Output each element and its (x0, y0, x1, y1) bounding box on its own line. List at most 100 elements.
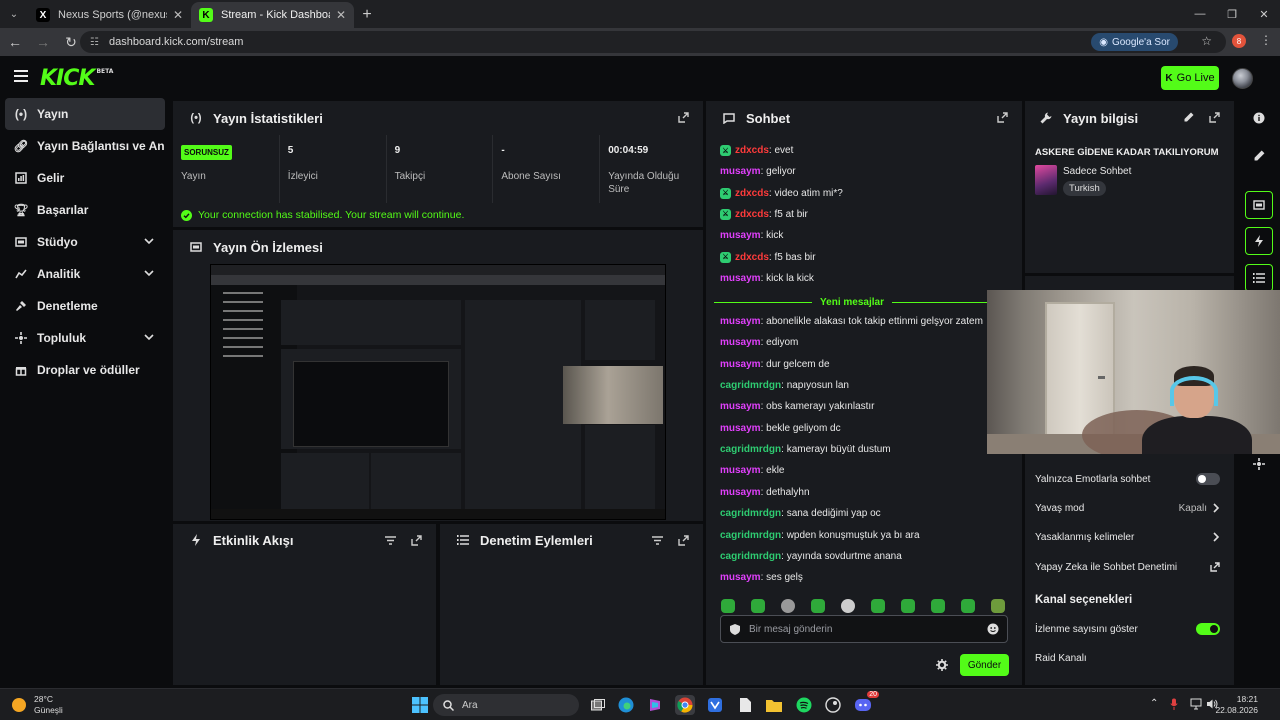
m365-icon[interactable] (645, 695, 665, 715)
community-icon[interactable] (1245, 450, 1273, 478)
chrome-icon[interactable] (675, 695, 695, 715)
list-icon[interactable] (1245, 264, 1273, 292)
emote-only-toggle[interactable] (1196, 473, 1220, 485)
profile-avatar[interactable]: 8 (1232, 34, 1246, 48)
preview-widget-icon[interactable] (1245, 191, 1273, 219)
filter-icon[interactable] (385, 536, 396, 545)
tab-search-icon[interactable]: ⌄ (0, 0, 28, 28)
send-button[interactable]: Gönder (960, 654, 1009, 676)
show-viewer-count-option[interactable]: İzlenme sayısını göster (1035, 619, 1220, 639)
close-tab-icon[interactable]: ✕ (336, 8, 346, 22)
chat-username[interactable]: musaym (720, 316, 761, 327)
edge-browser-icon[interactable] (616, 695, 636, 715)
file-icon[interactable] (735, 695, 755, 715)
popout-icon[interactable] (997, 112, 1008, 123)
emote-icon[interactable] (781, 599, 795, 613)
browser-tab-kick[interactable]: K Stream - Kick Dashboard ✕ (191, 2, 354, 28)
sidebar-item-yayin[interactable]: (•) Yayın (5, 98, 165, 130)
minimize-window-button[interactable]: — (1184, 0, 1216, 28)
category-name[interactable]: Sadece Sohbet (1063, 166, 1131, 177)
info-icon[interactable] (1245, 104, 1273, 132)
windows-start-icon[interactable] (410, 695, 430, 715)
app-icon[interactable] (705, 695, 725, 715)
chat-username[interactable]: zdxcds (735, 209, 769, 220)
emote-icon[interactable] (901, 599, 915, 613)
emote-icon[interactable] (931, 599, 945, 613)
back-button[interactable]: ← (2, 29, 28, 55)
task-view-icon[interactable] (588, 695, 608, 715)
popout-icon[interactable] (411, 535, 422, 546)
raid-channel-option[interactable]: Raid Kanalı (1035, 648, 1220, 668)
emote-icon[interactable] (961, 599, 975, 613)
chat-username[interactable]: musaym (720, 359, 761, 370)
bookmark-star-icon[interactable]: ☆ (1201, 34, 1212, 48)
chat-username[interactable]: cagridmrdgn (720, 551, 781, 562)
browser-menu-icon[interactable]: ⋮ (1260, 33, 1272, 47)
stream-preview-video[interactable] (210, 264, 666, 520)
chat-username[interactable]: musaym (720, 487, 761, 498)
sidebar-item-gelir[interactable]: Gelir (5, 162, 165, 194)
sidebar-item-analitik[interactable]: Analitik (5, 258, 165, 290)
taskbar-clock[interactable]: 18:21 22.08.2026 (1215, 694, 1258, 716)
sidebar-item-basarilar[interactable]: 🏆︎ Başarılar (5, 194, 165, 226)
tray-chevron-icon[interactable]: ⌃ (1150, 698, 1158, 709)
sidebar-item-droplar[interactable]: Droplar ve ödüller (5, 354, 165, 386)
viewer-count-toggle[interactable] (1196, 623, 1220, 635)
chat-username[interactable]: zdxcds (735, 252, 769, 263)
new-tab-button[interactable]: + (354, 2, 380, 28)
emote-icon[interactable] (811, 599, 825, 613)
emote-icon[interactable] (841, 599, 855, 613)
edit-pencil-icon[interactable] (1184, 112, 1194, 122)
gear-icon[interactable] (936, 659, 948, 671)
close-tab-icon[interactable]: ✕ (173, 8, 183, 22)
close-window-button[interactable]: ✕ (1248, 0, 1280, 28)
sidebar-item-topluluk[interactable]: Topluluk (5, 322, 165, 354)
chat-username[interactable]: cagridmrdgn (720, 380, 781, 391)
file-explorer-icon[interactable] (764, 695, 784, 715)
google-ask-button[interactable]: ◉ Google'a Sor (1091, 33, 1178, 51)
chat-username[interactable]: zdxcds (735, 188, 769, 199)
weather-widget[interactable]: 28°C Güneşli (12, 694, 63, 716)
discord-icon[interactable]: 20 (853, 691, 879, 715)
taskbar-search[interactable]: Ara (433, 694, 579, 716)
chat-username[interactable]: cagridmrdgn (720, 444, 781, 455)
chat-username[interactable]: musaym (720, 230, 761, 241)
chat-username[interactable]: musaym (720, 572, 761, 583)
spotify-icon[interactable] (794, 695, 814, 715)
emoji-icon[interactable] (987, 623, 999, 635)
user-avatar[interactable] (1232, 68, 1253, 89)
popout-icon[interactable] (678, 535, 689, 546)
kick-logo[interactable]: KICK BETA (40, 66, 113, 91)
hamburger-menu-icon[interactable] (14, 70, 28, 82)
steam-icon[interactable] (823, 695, 843, 715)
popout-icon[interactable] (678, 112, 689, 123)
site-info-icon[interactable]: ☷ (90, 37, 99, 48)
sidebar-item-studyo[interactable]: Stüdyo (5, 226, 165, 258)
ai-moderation-option[interactable]: Yapay Zeka ile Sohbet Denetimi (1035, 557, 1220, 577)
emote-icon[interactable] (991, 599, 1005, 613)
filter-icon[interactable] (652, 536, 663, 545)
sidebar-item-denetleme[interactable]: Denetleme (5, 290, 165, 322)
emote-icon[interactable] (871, 599, 885, 613)
chat-username[interactable]: musaym (720, 401, 761, 412)
forward-button[interactable]: → (30, 29, 56, 55)
banned-words-option[interactable]: Yasaklanmış kelimeler (1035, 527, 1220, 547)
emote-icon[interactable] (721, 599, 735, 613)
chat-username[interactable]: musaym (720, 273, 761, 284)
microphone-icon[interactable] (1170, 698, 1178, 710)
maximize-window-button[interactable]: ❐ (1216, 0, 1248, 28)
chat-username[interactable]: musaym (720, 166, 761, 177)
browser-tab-nexus[interactable]: X Nexus Sports (@nexustransfer) ✕ (28, 2, 191, 28)
emote-icon[interactable] (751, 599, 765, 613)
chat-username[interactable]: cagridmrdgn (720, 508, 781, 519)
go-live-button[interactable]: K Go Live (1161, 66, 1219, 90)
lightning-icon[interactable] (1245, 227, 1273, 255)
sidebar-item-baglanti[interactable]: 🔗︎ Yayın Bağlantısı ve Anahtar (5, 130, 165, 162)
edit-pencil-icon[interactable] (1245, 141, 1273, 169)
network-icon[interactable] (1190, 698, 1202, 710)
chat-input[interactable]: Bir mesaj gönderin (720, 615, 1008, 643)
popout-icon[interactable] (1209, 112, 1220, 123)
chat-username[interactable]: zdxcds (735, 145, 769, 156)
chat-username[interactable]: cagridmrdgn (720, 530, 781, 541)
chat-username[interactable]: musaym (720, 337, 761, 348)
